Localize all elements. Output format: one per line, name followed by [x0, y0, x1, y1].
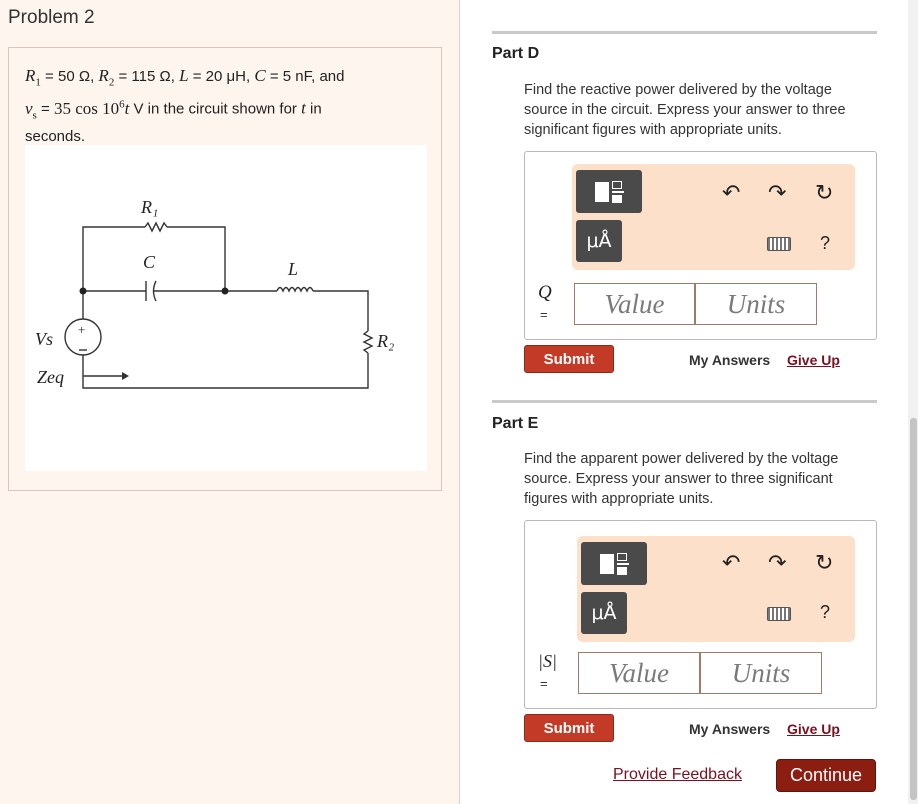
seconds-text: seconds.: [25, 128, 86, 146]
node-right: [221, 287, 229, 295]
label-zeq: Zeq: [37, 367, 64, 387]
continue-button[interactable]: Continue: [776, 759, 876, 792]
problem-title: Problem 2: [8, 7, 95, 28]
keyboard-icon[interactable]: [767, 607, 791, 621]
wire-to-r2: [313, 290, 369, 331]
resistor-r2: [362, 330, 374, 354]
part-d-submit-button[interactable]: Submit: [524, 345, 614, 373]
answer-pane: Part D Find the reactive power delivered…: [461, 0, 907, 804]
part-d-answer-box: μÅ ↶ ↷ ↻ ? Q = Value Units: [524, 151, 877, 340]
units-input[interactable]: Units: [700, 652, 822, 694]
part-d-divider: [492, 31, 877, 34]
part-d-toolbar: μÅ ↶ ↷ ↻ ?: [572, 164, 855, 270]
q-label: Q: [538, 282, 552, 303]
wire-bottom: [82, 353, 369, 389]
s-equals: =: [540, 676, 548, 691]
circuit-diagram: + R₁ C L R₂ Vs Zeq: [25, 145, 427, 471]
part-e-divider: [492, 400, 877, 403]
help-button[interactable]: ?: [820, 602, 830, 623]
wire-r1-loop: [82, 226, 145, 291]
part-e-description: Find the apparent power delivered by the…: [524, 451, 839, 507]
problem-pane: Problem 2 R1 = 50 Ω, R2 = 115 Ω, L = 20 …: [0, 0, 460, 804]
part-e-title: Part E: [492, 415, 539, 432]
undo-icon[interactable]: ↶: [722, 183, 740, 205]
in-text: in: [305, 101, 322, 119]
r1-symbol: R1: [25, 66, 41, 89]
part-d-description: Find the reactive power delivered by the…: [524, 82, 846, 138]
reset-icon[interactable]: ↻: [815, 553, 833, 575]
templates-button[interactable]: [576, 170, 642, 213]
redo-icon[interactable]: ↷: [768, 183, 786, 205]
templates-button[interactable]: [581, 542, 647, 585]
redo-icon[interactable]: ↷: [768, 553, 786, 575]
and-text: , and: [311, 68, 345, 85]
units-input[interactable]: Units: [695, 283, 817, 325]
part-d-my-answers-link[interactable]: My Answers: [689, 352, 770, 368]
part-e-answer-box: μÅ ↶ ↷ ↻ ? |S| = Value Units: [524, 520, 877, 709]
q-equals: =: [540, 307, 548, 322]
label-vs: Vs: [35, 329, 53, 349]
label-c: C: [143, 252, 156, 272]
plus-sign: +: [78, 322, 85, 337]
r2-symbol: R2: [98, 66, 115, 89]
label-l: L: [287, 259, 298, 279]
value-input[interactable]: Value: [578, 652, 700, 694]
part-e-submit-button[interactable]: Submit: [524, 714, 614, 742]
provide-feedback-link[interactable]: Provide Feedback: [613, 766, 742, 784]
c-symbol: C: [254, 66, 266, 85]
s-label: |S|: [538, 651, 557, 671]
problem-statement: R1 = 50 Ω, R2 = 115 Ω, L = 20 μH, C = 5 …: [25, 66, 345, 146]
part-e-my-answers-link[interactable]: My Answers: [689, 721, 770, 737]
r1-value: 50 Ω: [58, 68, 91, 85]
undo-icon[interactable]: ↶: [722, 553, 740, 575]
templates-icon: [594, 180, 624, 203]
vs-symbol: vs: [25, 99, 37, 122]
inductor-l: [276, 286, 314, 293]
l-symbol: L: [179, 66, 189, 85]
vs-unit-text: V in the circuit shown for: [129, 101, 302, 119]
part-d-title: Part D: [492, 45, 540, 62]
units-button[interactable]: μÅ: [576, 220, 622, 262]
help-button[interactable]: ?: [820, 233, 830, 254]
node-left: [79, 287, 87, 295]
label-r2: R₂: [376, 331, 394, 351]
zeq-arrow-head: [122, 372, 129, 380]
l-value: 20 μH: [205, 68, 246, 85]
keyboard-icon[interactable]: [767, 237, 791, 251]
part-e-give-up-link[interactable]: Give Up: [787, 721, 840, 737]
problem-statement-box: R1 = 50 Ω, R2 = 115 Ω, L = 20 μH, C = 5 …: [8, 47, 442, 491]
templates-icon: [599, 552, 629, 575]
value-input[interactable]: Value: [574, 283, 695, 325]
part-e-toolbar: μÅ ↶ ↷ ↻ ?: [577, 536, 855, 642]
wire-r1-right: [167, 226, 226, 291]
label-r1: R₁: [140, 197, 158, 217]
units-button[interactable]: μÅ: [581, 592, 627, 634]
vs-expression: 35 cos 106t: [53, 98, 130, 119]
part-d-give-up-link[interactable]: Give Up: [787, 352, 840, 368]
c-value: 5 nF: [282, 68, 312, 85]
r2-value: 115 Ω: [131, 68, 171, 85]
resistor-r1: [144, 221, 168, 233]
scrollbar-thumb[interactable]: [910, 418, 917, 800]
reset-icon[interactable]: ↻: [815, 183, 833, 205]
